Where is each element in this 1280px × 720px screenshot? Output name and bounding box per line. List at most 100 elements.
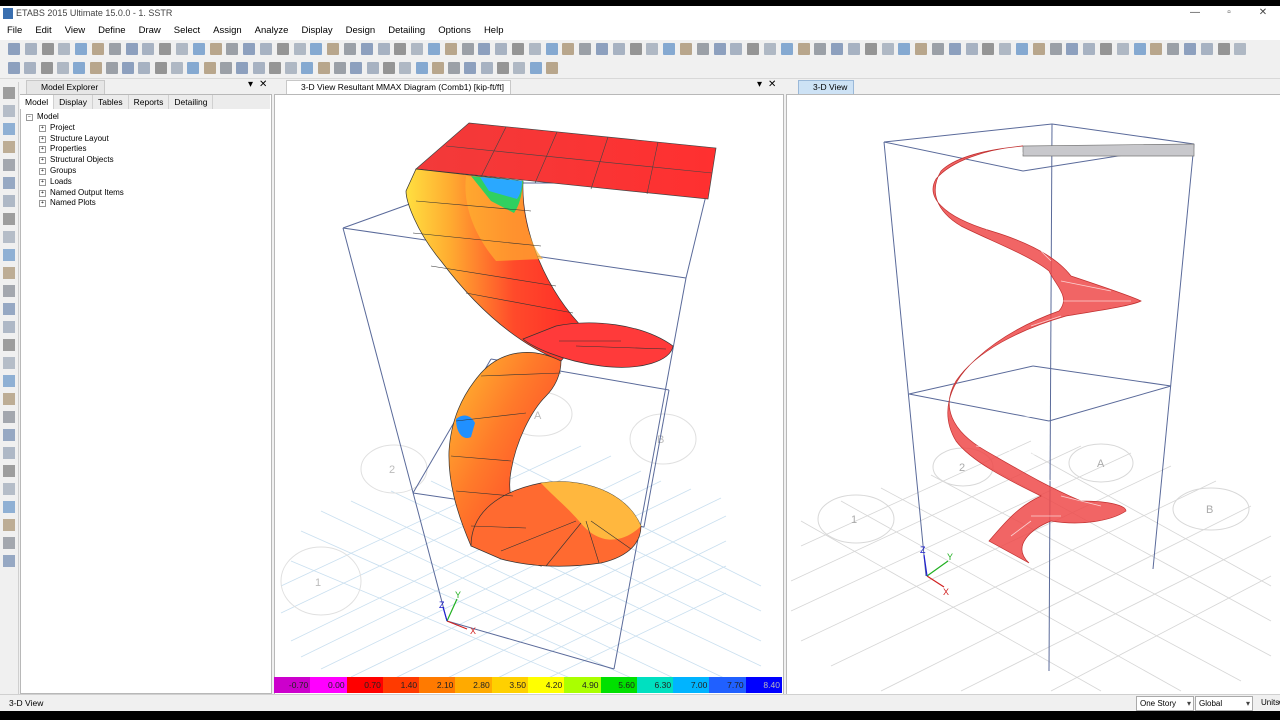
toolbar-tool-icon[interactable] — [864, 43, 877, 55]
story-select[interactable]: One Story — [1136, 696, 1194, 711]
menu-edit[interactable]: Edit — [28, 22, 57, 40]
toolbar-tool-icon[interactable] — [327, 43, 340, 55]
explorer-pin-icon[interactable]: ▾ — [248, 79, 253, 90]
toolbar-tool-icon[interactable] — [1049, 43, 1062, 55]
toolbar-tool-icon[interactable] — [478, 43, 491, 55]
toolbar-tool-icon[interactable] — [1016, 43, 1028, 55]
draw-tool-icon[interactable] — [3, 249, 15, 261]
menu-help[interactable]: Help — [477, 22, 510, 40]
tab-reports[interactable]: Reports — [129, 95, 170, 109]
toolbar-tool-icon[interactable] — [360, 43, 373, 55]
toolbar-tool-icon[interactable] — [881, 43, 894, 55]
toolbar-tool-icon[interactable] — [344, 43, 356, 55]
toolbar-tool-icon[interactable] — [529, 62, 542, 74]
toolbar-tool-icon[interactable] — [219, 62, 232, 74]
toolbar-tool-icon[interactable] — [814, 43, 827, 55]
view1-close-icon[interactable]: ✕ — [768, 79, 776, 90]
draw-tool-icon[interactable] — [3, 159, 15, 171]
draw-tool-icon[interactable] — [3, 501, 15, 513]
toolbar-tool-icon[interactable] — [108, 43, 121, 55]
toolbar-tool-icon[interactable] — [431, 62, 444, 74]
toolbar-tool-icon[interactable] — [428, 43, 440, 55]
toolbar-tool-icon[interactable] — [301, 62, 314, 74]
toolbar-tool-icon[interactable] — [411, 43, 424, 55]
toolbar-tool-icon[interactable] — [663, 43, 676, 55]
toolbar-tool-icon[interactable] — [293, 43, 306, 55]
tab-tables[interactable]: Tables — [93, 95, 129, 109]
toolbar-tool-icon[interactable] — [528, 43, 541, 55]
draw-tool-icon[interactable] — [3, 231, 15, 243]
tree-item-project[interactable]: + Project — [26, 123, 124, 134]
expand-icon[interactable]: + — [39, 124, 46, 132]
toolbar-tool-icon[interactable] — [89, 62, 102, 74]
toolbar-tool-icon[interactable] — [260, 43, 272, 55]
toolbar-tool-icon[interactable] — [350, 62, 363, 74]
toolbar-tool-icon[interactable] — [236, 62, 249, 74]
tree-item-named-plots[interactable]: + Named Plots — [26, 198, 124, 209]
toolbar-tool-icon[interactable] — [982, 43, 995, 55]
expand-icon[interactable]: + — [39, 167, 46, 175]
toolbar-tool-icon[interactable] — [415, 62, 428, 74]
toolbar-tool-icon[interactable] — [226, 43, 239, 55]
toolbar-tool-icon[interactable] — [209, 43, 222, 55]
draw-tool-icon[interactable] — [3, 213, 15, 225]
menu-detailing[interactable]: Detailing — [381, 22, 431, 40]
draw-tool-icon[interactable] — [3, 321, 15, 333]
toolbar-tool-icon[interactable] — [965, 43, 978, 55]
toolbar-tool-icon[interactable] — [203, 62, 216, 74]
toolbar-tool-icon[interactable] — [1100, 43, 1112, 55]
toolbar-tool-icon[interactable] — [747, 43, 760, 55]
toolbar-tool-icon[interactable] — [122, 62, 135, 74]
minimize-button[interactable]: — — [1178, 6, 1212, 22]
tree-item-named-output-items[interactable]: + Named Output Items — [26, 188, 124, 199]
toolbar-tool-icon[interactable] — [1150, 43, 1163, 55]
toolbar-tool-icon[interactable] — [24, 62, 37, 74]
menu-assign[interactable]: Assign — [206, 22, 248, 40]
toolbar-tool-icon[interactable] — [41, 43, 54, 55]
toolbar-tool-icon[interactable] — [444, 43, 457, 55]
expand-icon[interactable]: + — [39, 189, 46, 197]
toolbar-tool-icon[interactable] — [176, 43, 188, 55]
toolbar-tool-icon[interactable] — [366, 62, 379, 74]
tab-model[interactable]: Model — [20, 95, 55, 109]
toolbar-tool-icon[interactable] — [680, 43, 692, 55]
menu-options[interactable]: Options — [431, 22, 477, 40]
toolbar-tool-icon[interactable] — [334, 62, 346, 74]
tree-item-structure-layout[interactable]: + Structure Layout — [26, 134, 124, 145]
toolbar-tool-icon[interactable] — [24, 43, 37, 55]
draw-tool-icon[interactable] — [3, 285, 15, 297]
draw-tool-icon[interactable] — [3, 519, 15, 531]
toolbar-tool-icon[interactable] — [898, 43, 911, 55]
toolbar-tool-icon[interactable] — [915, 43, 928, 55]
toolbar-tool-icon[interactable] — [999, 43, 1012, 55]
menu-define[interactable]: Define — [91, 22, 131, 40]
toolbar-tool-icon[interactable] — [399, 62, 412, 74]
toolbar-tool-icon[interactable] — [1184, 43, 1196, 55]
view1-title[interactable]: 3-D View Resultant MMAX Diagram (Comb1) … — [286, 80, 511, 95]
close-window-button[interactable]: ✕ — [1246, 6, 1280, 22]
toolbar-tool-icon[interactable] — [932, 43, 944, 55]
toolbar-tool-icon[interactable] — [394, 43, 407, 55]
draw-tool-icon[interactable] — [3, 141, 15, 153]
toolbar-tool-icon[interactable] — [797, 43, 810, 55]
draw-tool-icon[interactable] — [3, 303, 15, 315]
toolbar-tool-icon[interactable] — [713, 43, 726, 55]
toolbar-tool-icon[interactable] — [192, 43, 205, 55]
toolbar-tool-icon[interactable] — [612, 43, 625, 55]
toolbar-tool-icon[interactable] — [545, 43, 558, 55]
toolbar-tool-icon[interactable] — [596, 43, 608, 55]
toolbar-tool-icon[interactable] — [448, 62, 461, 74]
toolbar-tool-icon[interactable] — [1133, 43, 1146, 55]
toolbar-tool-icon[interactable] — [646, 43, 659, 55]
draw-tool-icon[interactable] — [3, 465, 15, 477]
menu-draw[interactable]: Draw — [132, 22, 167, 40]
expand-icon[interactable]: + — [39, 157, 46, 165]
draw-tool-icon[interactable] — [3, 267, 15, 279]
explorer-close-icon[interactable]: ✕ — [259, 79, 267, 90]
tree-item-structural-objects[interactable]: + Structural Objects — [26, 155, 124, 166]
menu-file[interactable]: File — [0, 22, 28, 40]
toolbar-tool-icon[interactable] — [464, 62, 477, 74]
toolbar-tool-icon[interactable] — [377, 43, 390, 55]
toolbar-tool-icon[interactable] — [138, 62, 151, 74]
toolbar-tool-icon[interactable] — [512, 43, 524, 55]
